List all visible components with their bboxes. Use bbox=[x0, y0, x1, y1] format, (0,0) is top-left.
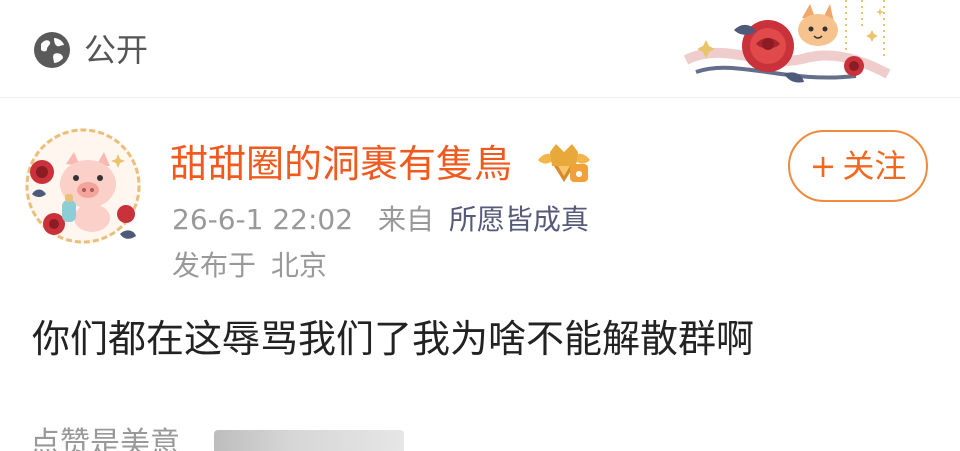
post-footer-partial: 点赞是美意 bbox=[30, 420, 450, 451]
location-city: 北京 bbox=[270, 249, 327, 282]
post-meta: 26-6-1 22:02 来自 所愿皆成真 bbox=[172, 200, 589, 240]
crown-member-badge[interactable] bbox=[536, 140, 592, 186]
weibo-post-screen: 公开 甜甜圈的洞裹有隻鳥 + 关注 26-6-1 22:02 来自 所愿皆成真 … bbox=[0, 0, 960, 451]
follow-button[interactable]: + 关注 bbox=[788, 130, 928, 202]
post-text: 你们都在这辱骂我们了我为啥不能解散群啊 bbox=[32, 317, 755, 361]
source-prefix: 来自 bbox=[377, 203, 434, 236]
piglet-rose-avatar[interactable] bbox=[22, 124, 144, 248]
author-name[interactable]: 甜甜圈的洞裹有隻鳥 bbox=[170, 138, 512, 190]
visibility-bar: 公开 bbox=[0, 0, 960, 98]
post-location: 发布于 北京 bbox=[172, 246, 327, 286]
footer-partial-text: 点赞是美意 bbox=[30, 426, 180, 451]
plus-icon: + bbox=[809, 147, 837, 185]
source-app-link[interactable]: 所愿皆成真 bbox=[449, 203, 589, 236]
location-prefix: 发布于 bbox=[172, 249, 257, 282]
follow-button-label: 关注 bbox=[842, 147, 907, 185]
globe-icon bbox=[34, 32, 70, 68]
visibility-label: 公开 bbox=[84, 31, 149, 69]
blurred-text-block bbox=[214, 430, 404, 451]
post-timestamp: 26-6-1 22:02 bbox=[172, 203, 354, 236]
rose-fox-decoration bbox=[683, 0, 891, 83]
